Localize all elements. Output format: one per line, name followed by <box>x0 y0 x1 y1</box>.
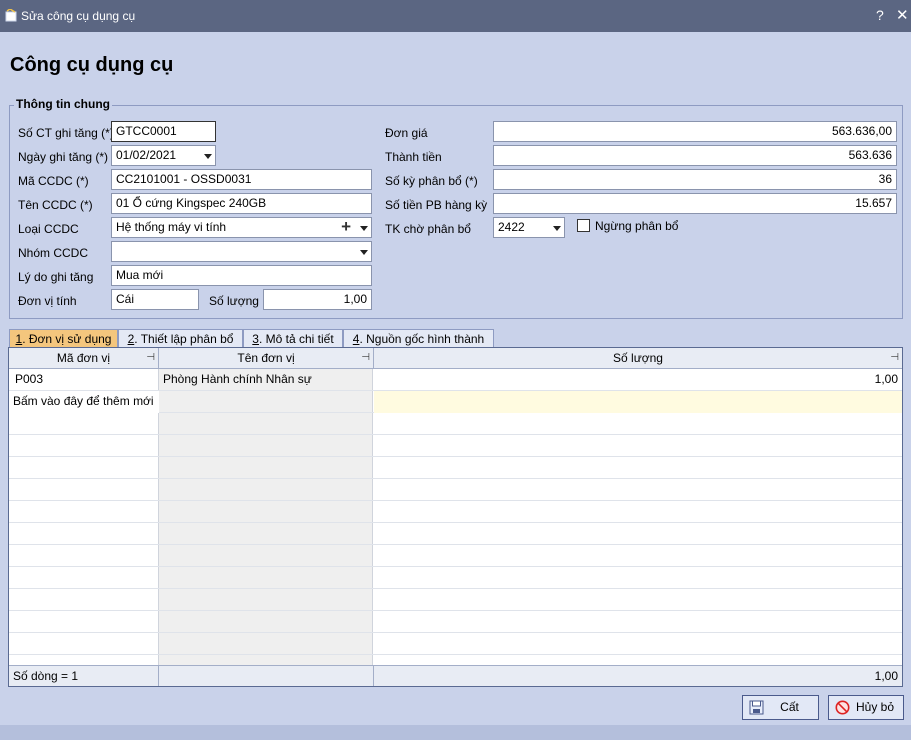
thanh-tien-input[interactable]: 563.636 <box>493 145 897 166</box>
empty-row[interactable] <box>9 567 902 589</box>
so-ky-label: Số kỳ phân bổ (*) <box>385 174 478 188</box>
tk-cho-label: TK chờ phân bổ <box>385 222 471 236</box>
cancel-button[interactable]: Hủy bỏ <box>828 695 904 720</box>
tab-nguon-goc[interactable]: 4. Nguồn gốc hình thành <box>343 329 494 348</box>
empty-row[interactable] <box>9 457 902 479</box>
group-legend: Thông tin chung <box>14 97 112 111</box>
tab-thiet-lap-phan-bo[interactable]: 2. Thiết lập phân bổ <box>118 329 243 348</box>
pin-icon[interactable]: ⊣ <box>890 348 899 368</box>
ngay-date-picker[interactable]: 01/02/2021 <box>111 145 216 166</box>
empty-row[interactable] <box>9 611 902 633</box>
tab-num: 3 <box>252 332 259 346</box>
empty-row[interactable] <box>9 589 902 611</box>
save-button[interactable]: Cất <box>742 695 819 720</box>
column-header-ma[interactable]: Mã đơn vị ⊣ <box>9 348 159 369</box>
so-tien-label: Số tiền PB hàng kỳ <box>385 198 488 212</box>
column-header-label: Mã đơn vị <box>56 351 111 365</box>
ten-ccdc-label: Tên CCDC (*) <box>18 198 93 212</box>
empty-row[interactable] <box>9 523 902 545</box>
don-vi-tinh-label: Đơn vị tính <box>18 294 77 308</box>
nhom-ccdc-label: Nhóm CCDC <box>18 246 89 260</box>
tab-label: . Đơn vị sử dụng <box>22 332 112 346</box>
column-header-ten[interactable]: Tên đơn vị ⊣ <box>159 348 374 369</box>
footer-total: 1,00 <box>874 669 898 683</box>
ngay-value: 01/02/2021 <box>116 148 177 162</box>
close-button[interactable]: ✕ <box>896 6 909 24</box>
tab-label: . Thiết lập phân bổ <box>134 332 234 346</box>
help-button[interactable]: ? <box>876 7 884 23</box>
tk-cho-select[interactable]: 2422 <box>493 217 565 238</box>
loai-ccdc-label: Loại CCDC <box>18 222 79 236</box>
ma-ccdc-label: Mã CCDC (*) <box>18 174 89 188</box>
chevron-down-icon[interactable] <box>360 226 368 231</box>
new-row[interactable]: Bấm vào đây để thêm mới <box>9 391 902 413</box>
empty-row[interactable] <box>9 413 902 435</box>
ngung-phan-bo-checkbox[interactable] <box>577 219 590 232</box>
window-title: Sửa công cụ dụng cụ <box>21 9 136 23</box>
don-gia-label: Đơn giá <box>385 126 428 140</box>
chevron-down-icon[interactable] <box>553 226 561 231</box>
thanh-tien-label: Thành tiền <box>385 150 442 164</box>
ly-do-label: Lý do ghi tăng <box>18 270 94 284</box>
don-gia-input[interactable]: 563.636,00 <box>493 121 897 142</box>
so-ky-input[interactable]: 36 <box>493 169 897 190</box>
column-header-label: Tên đơn vị <box>237 351 295 365</box>
add-icon[interactable]: + <box>341 218 351 236</box>
tab-mo-ta-chi-tiet[interactable]: 3. Mô tả chi tiết <box>243 329 343 348</box>
ngay-label: Ngày ghi tăng (*) <box>18 150 109 164</box>
new-row-hint: Bấm vào đây để thêm mới <box>13 394 154 408</box>
don-vi-tinh-input[interactable]: Cái <box>111 289 199 310</box>
table-row[interactable]: P003 Phòng Hành chính Nhân sự 1,00 <box>9 369 902 391</box>
cell-ten: Phòng Hành chính Nhân sự <box>163 372 312 386</box>
loai-ccdc-value: Hệ thống máy vi tính <box>116 220 227 234</box>
column-header-so-luong[interactable]: Số lượng ⊣ <box>374 348 902 369</box>
row-count: Số dòng = 1 <box>13 669 79 683</box>
cancel-label: Hủy bỏ <box>855 700 895 714</box>
column-header-label: Số lượng <box>613 351 663 365</box>
tab-don-vi-su-dung[interactable]: 1. Đơn vị sử dụng <box>9 329 118 348</box>
status-strip <box>0 725 911 740</box>
cell-ma: P003 <box>15 372 44 386</box>
so-ct-label: Số CT ghi tăng (*) <box>18 126 114 140</box>
tab-label: . Nguồn gốc hình thành <box>359 332 485 346</box>
ly-do-input[interactable]: Mua mới <box>111 265 372 286</box>
footer-divider <box>158 666 159 686</box>
ten-ccdc-input[interactable]: 01 Ổ cứng Kingspec 240GB <box>111 193 372 214</box>
so-luong-input[interactable]: 1,00 <box>263 289 372 310</box>
don-vi-grid: Mã đơn vị ⊣ Tên đơn vị ⊣ Số lượng ⊣ P003… <box>8 347 903 687</box>
page-title: Công cụ dụng cụ <box>10 54 174 76</box>
tk-cho-value: 2422 <box>498 220 525 234</box>
so-tien-input[interactable]: 15.657 <box>493 193 897 214</box>
ma-ccdc-input[interactable]: CC2101001 - OSSD0031 <box>111 169 372 190</box>
chevron-down-icon[interactable] <box>204 154 212 159</box>
ngung-phan-bo-label: Ngừng phân bổ <box>595 219 679 233</box>
empty-row[interactable] <box>9 501 902 523</box>
chevron-down-icon[interactable] <box>360 250 368 255</box>
footer-divider <box>373 666 374 686</box>
so-luong-label: Số lượng <box>209 294 259 308</box>
empty-row[interactable] <box>9 435 902 457</box>
title-bar: Sửa công cụ dụng cụ ? ✕ <box>0 0 911 32</box>
empty-row[interactable] <box>9 633 902 655</box>
empty-row[interactable] <box>9 479 902 501</box>
empty-row[interactable] <box>9 545 902 567</box>
tab-label: . Mô tả chi tiết <box>258 332 334 346</box>
grid-footer: Số dòng = 1 1,00 <box>9 665 902 686</box>
cell-so-luong: 1,00 <box>874 372 898 386</box>
pin-icon[interactable]: ⊣ <box>361 348 370 368</box>
loai-ccdc-select[interactable]: Hệ thống máy vi tính + <box>111 217 372 238</box>
pin-icon[interactable]: ⊣ <box>146 348 155 368</box>
nhom-ccdc-select[interactable] <box>111 241 372 262</box>
save-label: Cất <box>780 700 799 714</box>
new-row-highlight <box>374 391 902 413</box>
app-icon <box>5 9 17 22</box>
so-ct-input[interactable]: GTCC0001 <box>111 121 216 142</box>
